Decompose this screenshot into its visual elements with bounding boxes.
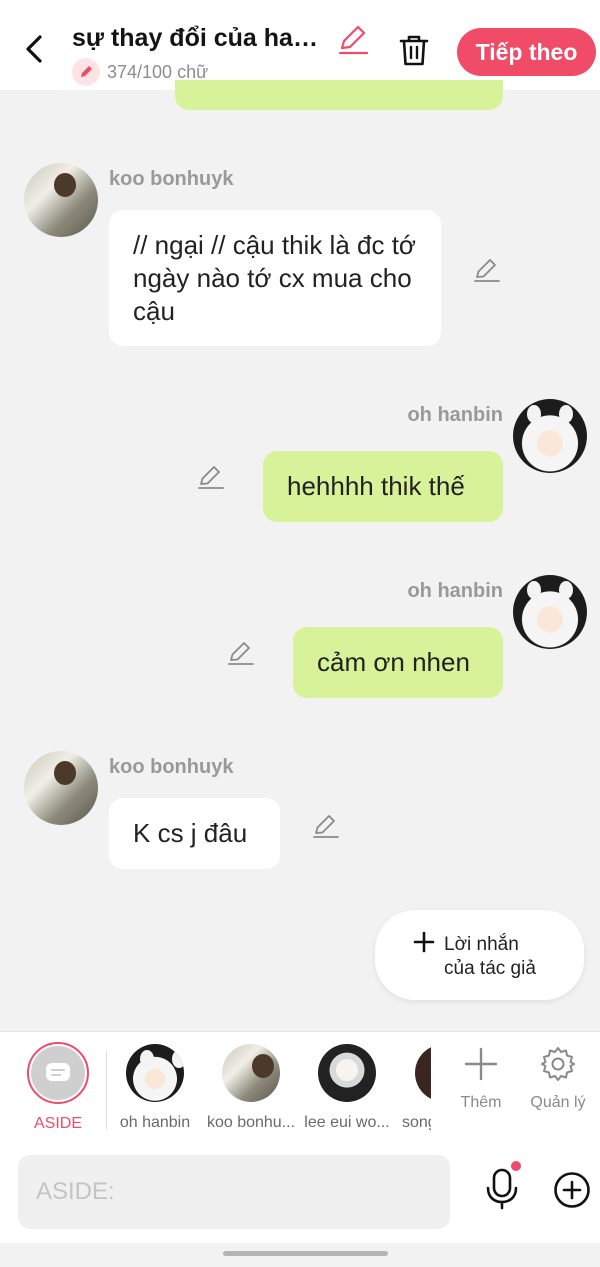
character-avatar	[318, 1044, 376, 1102]
chat-bubble-icon	[31, 1046, 85, 1100]
add-label: Thêm	[460, 1094, 502, 1111]
sender-name: koo bonhuyk	[109, 168, 234, 190]
home-indicator[interactable]	[223, 1251, 388, 1256]
character-avatar	[415, 1044, 431, 1102]
next-button[interactable]: Tiếp theo	[457, 28, 596, 76]
character-song[interactable]: song	[395, 1044, 431, 1132]
character-label: ASIDE	[33, 1115, 82, 1132]
edit-message-icon[interactable]	[196, 461, 226, 491]
character-avatar	[222, 1044, 280, 1102]
character-label: oh hanbin	[119, 1114, 191, 1131]
author-note-line2: của tác giả	[444, 958, 536, 979]
add-circle-icon[interactable]	[553, 1171, 591, 1209]
character-label: koo bonhu...	[206, 1114, 296, 1131]
sender-name: koo bonhuyk	[109, 756, 234, 778]
character-koo-bonhuyk[interactable]: koo bonhu...	[203, 1044, 299, 1132]
edit-title-icon[interactable]	[336, 22, 370, 56]
trash-icon[interactable]	[396, 32, 432, 68]
character-aside[interactable]: ASIDE	[10, 1042, 106, 1133]
pencil-badge-icon	[72, 58, 100, 86]
aside-ring	[27, 1042, 89, 1104]
author-note-button[interactable]: Lời nhắn của tác giả	[375, 910, 584, 1000]
message-bubble[interactable]: // ngại // cậu thik là đc tớ ngày nào tớ…	[109, 210, 441, 346]
edit-message-icon[interactable]	[311, 810, 341, 840]
character-label: lee eui wo...	[304, 1114, 390, 1131]
previous-message-bubble[interactable]	[175, 80, 503, 110]
sender-name: oh hanbin	[407, 404, 503, 426]
plus-icon	[464, 1047, 498, 1081]
avatar-koo-bonhuyk[interactable]	[24, 163, 98, 237]
message-bubble[interactable]: K cs j đâu	[109, 798, 280, 869]
avatar-oh-hanbin[interactable]	[513, 575, 587, 649]
message-bubble[interactable]: hehhhh thik thế	[263, 451, 503, 522]
message-input-bar	[0, 1143, 600, 1243]
navigation-bar	[0, 1243, 600, 1267]
add-character-button[interactable]: Thêm	[446, 1046, 516, 1112]
manage-label: Quản lý	[530, 1094, 586, 1111]
message-bubble[interactable]: cảm ơn nhen	[293, 627, 503, 698]
message-input[interactable]	[18, 1155, 450, 1229]
microphone-icon[interactable]	[482, 1167, 522, 1211]
author-note-label: Lời nhắn của tác giả	[444, 933, 536, 981]
character-selector-bar: ASIDE oh hanbin koo bonhu... lee eui wo.…	[0, 1031, 600, 1143]
notification-dot	[511, 1161, 521, 1171]
author-note-line1: Lời nhắn	[444, 934, 519, 955]
story-title[interactable]: sự thay đổi của hanbin	[72, 24, 332, 53]
back-arrow-icon[interactable]	[18, 32, 52, 66]
plus-icon	[413, 931, 435, 953]
avatar-oh-hanbin[interactable]	[513, 399, 587, 473]
edit-message-icon[interactable]	[472, 254, 502, 284]
character-label: song	[402, 1114, 431, 1131]
manage-characters-button[interactable]: Quản lý	[523, 1046, 593, 1112]
header-bar: sự thay đổi của hanbin 374/100 chữ Tiếp …	[0, 0, 600, 90]
sender-name: oh hanbin	[407, 580, 503, 602]
avatar-koo-bonhuyk[interactable]	[24, 751, 98, 825]
character-lee-eui-woong[interactable]: lee eui wo...	[299, 1044, 395, 1132]
gear-icon	[541, 1047, 575, 1081]
character-oh-hanbin[interactable]: oh hanbin	[107, 1044, 203, 1132]
character-avatar	[126, 1044, 184, 1102]
edit-message-icon[interactable]	[226, 637, 256, 667]
